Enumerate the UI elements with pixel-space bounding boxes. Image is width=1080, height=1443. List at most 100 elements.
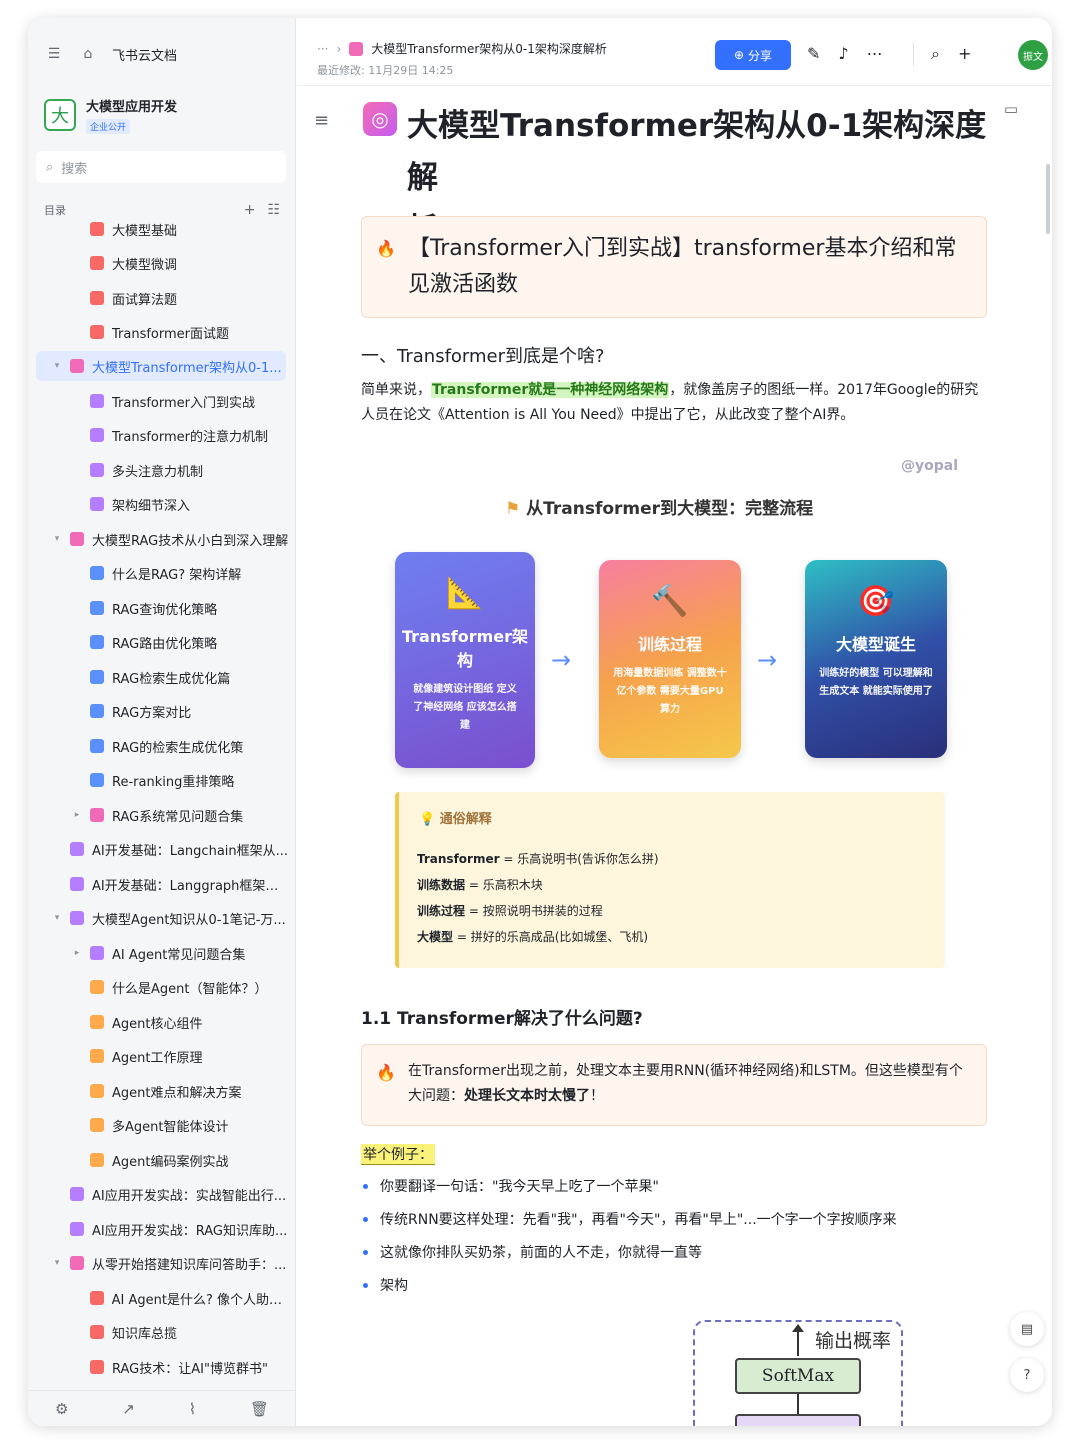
bulb-icon: 💡 xyxy=(419,812,440,827)
breadcrumb-more[interactable]: ··· xyxy=(317,42,328,56)
sidebar-tree-item[interactable]: Agent核心组件 xyxy=(28,1007,290,1037)
scrollbar[interactable] xyxy=(1046,164,1050,234)
bullet-dot xyxy=(363,1282,368,1288)
explain-title: 💡 通俗解释 xyxy=(419,808,492,827)
flag-icon: ⚑ xyxy=(505,499,527,519)
card-desc: 用海量数据训练 调整数十亿个参数 需要大量GPU算力 xyxy=(613,668,727,715)
sidebar-tree-item[interactable]: 面试算法题 xyxy=(28,283,290,313)
sidebar-item-label: Agent核心组件 xyxy=(112,1016,203,1032)
sidebar-tree-item[interactable]: RAG查询优化策略 xyxy=(28,593,290,623)
search-icon[interactable]: ⌕ xyxy=(931,44,940,64)
sidebar-tree-item[interactable]: AI应用开发实战：实战智能出行... xyxy=(28,1179,290,1209)
sidebar-item-label: AI开发基础：Langgraph框架从... xyxy=(91,878,290,894)
sidebar-tree-item[interactable]: 多Agent智能体设计 xyxy=(28,1110,290,1140)
sidebar-tree-item[interactable]: 什么是RAG? 架构详解 xyxy=(28,558,290,588)
chevron-right-icon[interactable]: ▸ xyxy=(70,948,84,958)
sidebar-item-label: AI Agent常见问题合集 xyxy=(112,947,246,963)
stats-icon[interactable]: ⌇ xyxy=(189,1400,196,1418)
fire-icon: 🔥 xyxy=(376,1063,396,1082)
explain-row: 训练过程 = 按照说明书拼装的过程 xyxy=(417,902,603,919)
more-icon[interactable]: ⋯ xyxy=(867,44,883,63)
sidebar-tree-item[interactable]: Agent编码案例实战 xyxy=(28,1145,290,1175)
list-item: 你要翻译一句话："我今天早上吃了一个苹果" xyxy=(363,1176,659,1196)
sidebar-item-label: Agent编码案例实战 xyxy=(112,1154,229,1170)
sidebar-tree-item[interactable]: 架构细节深入 xyxy=(28,489,290,519)
bell-icon[interactable]: ♪ xyxy=(838,44,848,63)
sidebar-item-label: Agent难点和解决方案 xyxy=(112,1085,242,1101)
sidebar-tree-item[interactable]: ▾ 从零开始搭建知识库问答助手：... xyxy=(28,1248,290,1278)
add-icon[interactable]: + xyxy=(244,202,256,218)
sidebar-tree-item[interactable]: 知识库总揽 xyxy=(28,1317,290,1347)
chevron-down-icon[interactable]: ▾ xyxy=(50,1258,64,1268)
softmax-box: SoftMax xyxy=(735,1358,861,1394)
sidebar-tree-item[interactable]: RAG方案对比 xyxy=(28,696,290,726)
space-header[interactable]: 大 大模型应用开发 企业公开 xyxy=(44,96,177,134)
sidebar-tree-item[interactable]: AI开发基础：Langgraph框架从... xyxy=(28,869,290,899)
sidebar-tree-item[interactable]: Agent难点和解决方案 xyxy=(28,1076,290,1106)
doc-icon xyxy=(90,1049,104,1063)
space-name: 大模型应用开发 xyxy=(86,100,178,115)
sidebar-tree-item[interactable]: ▸ AI Agent常见问题合集 xyxy=(28,938,290,968)
toc-label: 目录 xyxy=(44,204,66,217)
chevron-right-icon[interactable]: ▸ xyxy=(70,810,84,820)
help-icon[interactable]: ? xyxy=(1010,1358,1044,1392)
sidebar-tree-item[interactable]: ▾ 大模型Agent知识从0-1笔记-万... xyxy=(28,903,290,933)
doc-icon xyxy=(90,670,104,684)
share-out-icon[interactable]: ↗ xyxy=(122,1400,135,1418)
sidebar-tree-item[interactable]: Transformer的注意力机制 xyxy=(28,420,290,450)
sidebar-item-label: RAG技术：让AI"博览群书" xyxy=(112,1361,268,1377)
sidebar-item-label: Transformer的注意力机制 xyxy=(112,429,269,445)
doc-icon xyxy=(90,256,104,270)
search-input[interactable]: ⌕ 搜索 xyxy=(36,151,286,183)
home-icon[interactable]: ⌂ xyxy=(78,44,98,64)
sidebar-tree-item[interactable]: 多头注意力机制 xyxy=(28,455,290,485)
sidebar-tree-item[interactable]: AI Agent是什么? 像个人助理... xyxy=(28,1283,290,1313)
chevron-down-icon[interactable]: ▾ xyxy=(50,361,64,371)
callout-intro[interactable]: 🔥 【Transformer入门到实战】transformer基本介绍和常见激活… xyxy=(361,216,987,318)
sidebar-tree-item[interactable]: 大模型微调 xyxy=(28,248,290,278)
card-title: Transformer架构 xyxy=(401,627,529,670)
sidebar-item-label: 什么是Agent（智能体？） xyxy=(112,981,268,997)
list-view-icon[interactable]: ☷ xyxy=(267,202,280,218)
callout-problem[interactable]: 🔥 在Transformer出现之前，处理文本主要用RNN(循环神经网络)和LS… xyxy=(361,1044,987,1126)
trash-icon[interactable]: 🗑 xyxy=(250,1400,269,1418)
title-emoji-icon[interactable]: ◎ xyxy=(363,102,397,136)
sidebar-top: ☰ ⌂ 飞书云文档 xyxy=(44,44,177,64)
page-info-icon[interactable]: ▤ xyxy=(1010,1312,1044,1346)
chevron-down-icon[interactable]: ▾ xyxy=(50,534,64,544)
chevron-down-icon[interactable]: ▾ xyxy=(50,913,64,923)
sidebar-tree-item[interactable]: RAG技术：让AI"博览群书" xyxy=(28,1352,290,1382)
sidebar-tree-item[interactable]: Re-ranking重排策略 xyxy=(28,765,290,795)
list-item-text: 传统RNN要这样处理：先看"我"，再看"今天"，再看"早上"...一个字一个字按… xyxy=(380,1212,897,1228)
share-button[interactable]: ⊕ 分享 xyxy=(715,40,791,70)
doc-icon xyxy=(90,497,104,511)
card-training: 🔨 训练过程 用海量数据训练 调整数十亿个参数 需要大量GPU算力 xyxy=(599,560,741,758)
sidebar-tree-item[interactable]: Agent工作原理 xyxy=(28,1041,290,1071)
breadcrumb-title[interactable]: 大模型Transformer架构从0-1架构深度解析 xyxy=(371,40,607,57)
explain-val: = 乐高积木块 xyxy=(465,878,543,892)
sidebar-item-label: Re-ranking重排策略 xyxy=(112,774,235,790)
sidebar-tree-item[interactable]: RAG检索生成优化篇 xyxy=(28,662,290,692)
doc-icon xyxy=(90,739,104,753)
main-area: ··· › 大模型Transformer架构从0-1架构深度解析 最近修改: 1… xyxy=(297,18,1052,1426)
outline-icon[interactable]: ≡ xyxy=(314,110,329,131)
sidebar-tree-item[interactable]: AI应用开发实战：RAG知识库助... xyxy=(28,1214,290,1244)
sidebar-tree-item[interactable]: ▸ RAG系统常见问题合集 xyxy=(28,800,290,830)
sidebar-tree-item[interactable]: AI开发基础：Langchain框架从... xyxy=(28,834,290,864)
home-label[interactable]: 飞书云文档 xyxy=(112,45,177,64)
sidebar-tree-item[interactable]: 什么是Agent（智能体？） xyxy=(28,972,290,1002)
doc-icon xyxy=(90,1084,104,1098)
sidebar-tree-item[interactable]: 大模型基础 xyxy=(28,220,290,244)
sidebar-tree-item[interactable]: ▾ 大模型RAG技术从小白到深入理解 xyxy=(28,524,290,554)
avatar[interactable]: 振文 xyxy=(1018,40,1048,70)
settings-icon[interactable]: ⚙ xyxy=(55,1400,68,1418)
sidebar-tree-item[interactable]: RAG路由优化策略 xyxy=(28,627,290,657)
sidebar-tree-item[interactable]: Transformer入门到实战 xyxy=(28,386,290,416)
collapse-sidebar-icon[interactable]: ☰ xyxy=(44,44,64,64)
sidebar-tree-item[interactable]: Transformer面试题 xyxy=(28,317,290,347)
sidebar-tree-item[interactable]: ▾ 大模型Transformer架构从0-1... xyxy=(36,351,286,381)
sidebar-tree-item[interactable]: RAG的检索生成优化策 xyxy=(28,731,290,761)
plus-icon[interactable]: + xyxy=(958,44,971,64)
search-placeholder: 搜索 xyxy=(61,161,88,177)
edit-icon[interactable]: ✎ xyxy=(807,44,820,63)
